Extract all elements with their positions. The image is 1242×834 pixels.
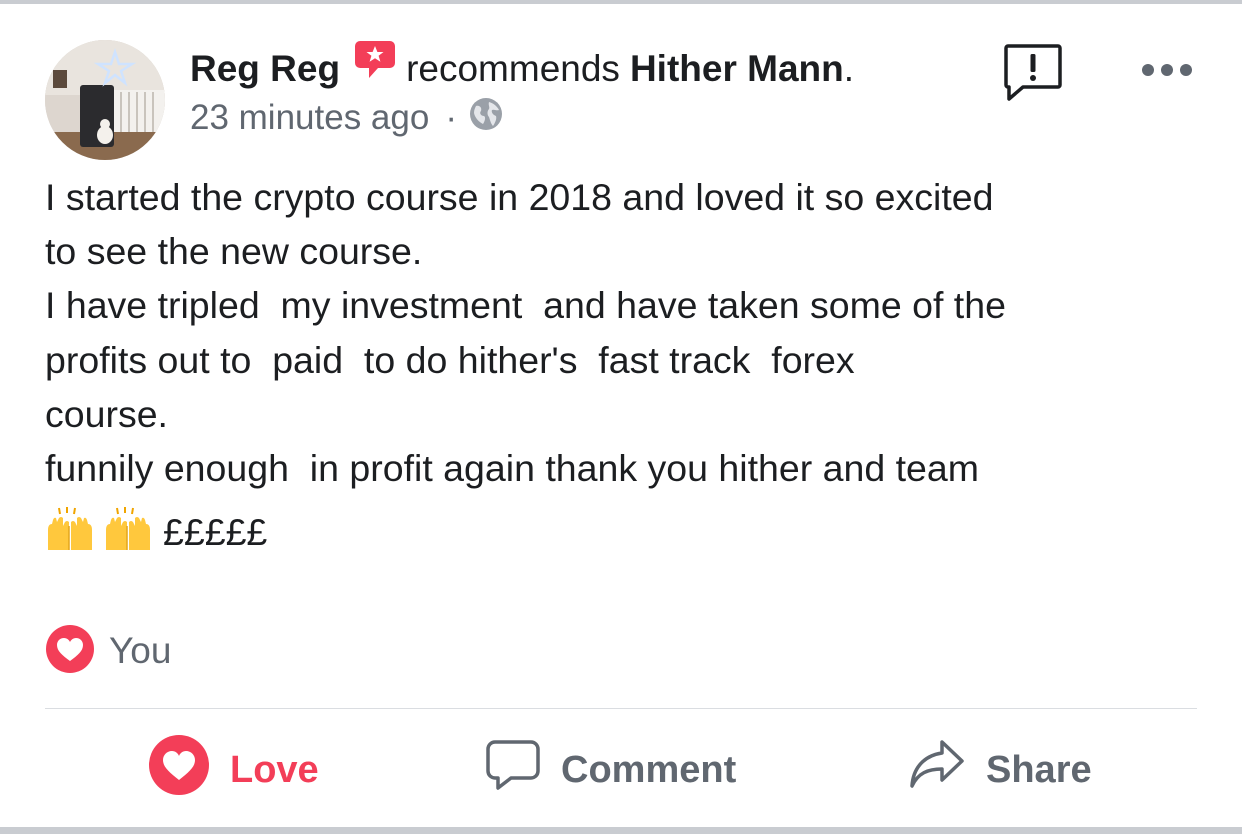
share-button[interactable]: Share — [908, 736, 1092, 804]
action-bar-divider — [45, 708, 1197, 709]
recommended-page-name[interactable]: Hither Mann — [630, 48, 844, 90]
post-text-line: I have tripled my investment and have ta… — [45, 284, 1006, 327]
share-button-label: Share — [986, 748, 1092, 791]
author-name[interactable]: Reg Reg — [190, 48, 340, 90]
post-text-line: to see the new course. — [45, 230, 423, 273]
post-timestamp[interactable]: 23 minutes ago — [190, 98, 429, 138]
comment-button-label: Comment — [561, 748, 737, 791]
post-emoji-line: £££££ — [45, 505, 267, 559]
author-avatar[interactable] — [45, 40, 165, 160]
post-text-line: I started the crypto course in 2018 and … — [45, 176, 994, 218]
recommends-text: recommends — [406, 48, 620, 89]
post-meta: 23 minutes ago · — [190, 95, 503, 141]
bottom-separator — [0, 827, 1242, 834]
post-text-line: course. — [45, 392, 168, 435]
recommendation-icon — [354, 38, 396, 89]
reaction-summary[interactable]: You — [45, 624, 172, 679]
love-icon — [148, 734, 210, 806]
share-icon — [908, 738, 966, 802]
meta-separator: · — [445, 98, 457, 137]
raising-hands-icon — [45, 506, 103, 559]
post-text: I started the crypto course in 2018 and … — [45, 170, 1205, 495]
comment-icon — [485, 737, 541, 803]
love-button-label: Love — [230, 748, 319, 791]
comment-button[interactable]: Comment — [485, 736, 736, 804]
more-options-icon[interactable] — [1140, 62, 1194, 83]
post-text-line: funnily enough in profit again thank you… — [45, 447, 979, 490]
reaction-summary-text: You — [109, 630, 172, 671]
top-separator — [0, 0, 1242, 4]
header-period: . — [843, 48, 854, 89]
pound-signs-text: £££££ — [163, 510, 268, 553]
report-icon[interactable] — [1003, 43, 1063, 106]
post-text-line: profits out to paid to do hither's fast … — [45, 338, 855, 381]
love-button[interactable]: Love — [148, 734, 319, 806]
love-reaction-icon — [45, 624, 95, 679]
post-header: Reg Reg recommends Hither Mann. — [190, 40, 854, 94]
raising-hands-icon — [103, 506, 161, 559]
globe-icon — [469, 97, 503, 140]
